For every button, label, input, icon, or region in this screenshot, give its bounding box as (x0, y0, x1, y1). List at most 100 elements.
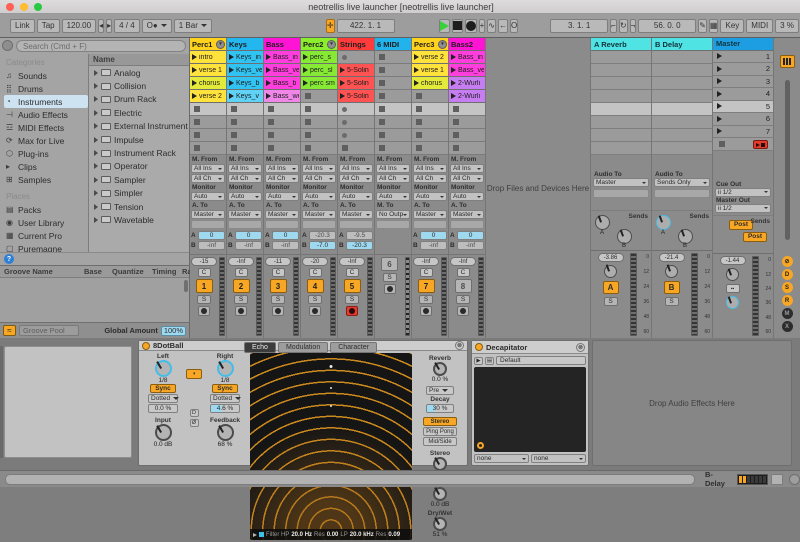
return-slot[interactable] (591, 51, 651, 64)
browser-item-tension[interactable]: Tension (89, 200, 189, 213)
clip-slot[interactable]: perc_s (301, 51, 337, 64)
send-a-value[interactable]: 0 (457, 231, 484, 240)
track-menu-icon[interactable]: ▾ (438, 40, 447, 49)
clip-stop-icon[interactable] (194, 106, 200, 112)
send-a-value[interactable]: -20.3 (309, 231, 336, 240)
clip-slot[interactable]: Bass_ve (449, 64, 485, 77)
punch-out-button[interactable]: ¬ (630, 19, 637, 33)
track-menu-icon[interactable]: ▾ (216, 40, 225, 49)
pan-knob[interactable]: C (198, 268, 211, 277)
right-offset-field[interactable]: 4.6 % (210, 404, 240, 413)
expand-icon[interactable] (94, 123, 98, 129)
tempo-field[interactable]: 120.00 (62, 19, 96, 33)
clip-slot[interactable]: Keys_ve (227, 64, 263, 77)
computer-midi-keyboard-button[interactable]: ▦ (709, 19, 719, 33)
monitor-select[interactable]: Auto (302, 192, 336, 201)
stereo-mode-button[interactable]: Stereo (423, 417, 457, 426)
clip-stop-icon[interactable] (379, 80, 385, 86)
clip-play-icon[interactable] (303, 67, 308, 73)
solo-button[interactable]: S (665, 297, 679, 306)
clip-play-icon[interactable] (340, 93, 345, 99)
input-type-select[interactable]: All Ins (228, 164, 262, 173)
echo-filter-bar[interactable]: Filter HP 20.0 Hz Res 0.00 LP 20.0 kHz R… (250, 529, 412, 540)
clip-slot[interactable]: Keys_v (227, 90, 263, 103)
groove-column-timing[interactable]: Timing (148, 267, 178, 276)
scene-play-icon[interactable] (717, 103, 722, 109)
param-select-2[interactable]: none (531, 454, 586, 463)
arm-button[interactable] (384, 284, 396, 294)
clip-slot[interactable]: 5-Solin (338, 64, 374, 77)
clip-slot-empty[interactable] (338, 129, 374, 142)
expand-icon[interactable] (94, 70, 98, 76)
clip-play-icon[interactable] (192, 93, 197, 99)
place-item-packs[interactable]: ▤Packs (4, 203, 88, 216)
output-knob[interactable] (433, 487, 447, 501)
monitor-select[interactable]: Auto (265, 192, 299, 201)
expand-icon[interactable] (94, 137, 98, 143)
browser-item-sampler[interactable]: Sampler (89, 173, 189, 186)
volume-value[interactable]: -11 (265, 257, 291, 266)
clip-slot[interactable]: perc_sl (301, 64, 337, 77)
track-activator[interactable]: 6 (381, 257, 398, 271)
input-type-select[interactable]: All Ins (265, 164, 299, 173)
arm-button[interactable] (346, 306, 358, 316)
solo-button[interactable]: S (604, 297, 618, 306)
clip-play-icon[interactable] (266, 93, 271, 99)
right-time-knob[interactable] (217, 360, 234, 377)
clip-slot-empty[interactable] (301, 142, 337, 155)
clip-slot-empty[interactable] (412, 142, 448, 155)
sidebar-item-samples[interactable]: ⊞Samples (4, 173, 88, 186)
clip-slot[interactable]: verse 2 (412, 51, 448, 64)
clip-slot-empty[interactable] (190, 116, 226, 129)
input-type-select[interactable]: All Ins (191, 164, 225, 173)
reverb-knob[interactable] (433, 362, 447, 376)
volume-value[interactable]: -21.4 (659, 253, 685, 262)
record-button[interactable] (465, 19, 477, 33)
clip-stop-icon[interactable] (268, 132, 274, 138)
browser-item-drum-rack[interactable]: Drum Rack (89, 93, 189, 106)
device-power-icon[interactable] (142, 342, 150, 350)
send-b-value[interactable]: -inf (420, 241, 447, 250)
drywet-knob[interactable] (433, 517, 447, 531)
sidebar-item-clips[interactable]: ▸Clips (4, 160, 88, 173)
right-sync-button[interactable]: Sync (212, 384, 238, 393)
volume-value[interactable]: -Inf (450, 257, 476, 266)
clip-play-icon[interactable] (192, 80, 197, 86)
view-toggle-r[interactable]: R (782, 295, 793, 306)
input-channel-select[interactable]: All Ch (191, 174, 225, 183)
clip-slot-empty[interactable] (338, 116, 374, 129)
clip-stop-icon[interactable] (194, 119, 200, 125)
arm-button[interactable] (235, 306, 247, 316)
tab-echo[interactable]: Echo (244, 342, 276, 353)
clip-slot-empty[interactable] (375, 77, 411, 90)
clip-play-icon[interactable] (303, 54, 308, 60)
clip-stop-icon[interactable] (379, 54, 385, 60)
link-button[interactable]: Link (10, 19, 35, 33)
cue-volume-knob[interactable] (726, 296, 739, 309)
track-activator[interactable]: 7 (418, 279, 435, 293)
clip-play-icon[interactable] (229, 54, 234, 60)
sidebar-item-plug-ins[interactable]: ⬡Plug-ins (4, 147, 88, 160)
view-toggle-d[interactable]: D (782, 269, 793, 280)
hp-res-value[interactable]: 0.00 (327, 532, 339, 538)
loop-button[interactable]: ↻ (619, 19, 628, 33)
scene-play-icon[interactable] (717, 128, 722, 134)
clip-slot[interactable]: Bass_in (264, 51, 300, 64)
clip-slot[interactable]: perc sm (301, 77, 337, 90)
midi-map-button[interactable]: MIDI (746, 19, 773, 33)
clip-stop-icon[interactable] (305, 145, 311, 151)
clip-slot[interactable]: verse 2 (190, 90, 226, 103)
filter-on-icon[interactable] (259, 532, 264, 537)
monitor-select[interactable]: Auto (450, 192, 484, 201)
clip-slot[interactable]: Bass_in (449, 51, 485, 64)
clip-stop-icon[interactable] (379, 67, 385, 73)
close-icon[interactable]: ⊗ (455, 341, 464, 350)
clip-play-icon[interactable] (451, 93, 456, 99)
return-slot[interactable] (591, 142, 651, 155)
track-header[interactable]: Strings (338, 38, 374, 51)
pan-knob[interactable] (726, 268, 739, 281)
echo-device-header[interactable]: 8DotBall EchoModulationCharacter ⊗ (139, 341, 467, 351)
solo-button[interactable]: S (456, 295, 470, 304)
output-type-select[interactable]: Master (265, 210, 299, 219)
clip-slot[interactable]: Keys_in (227, 51, 263, 64)
